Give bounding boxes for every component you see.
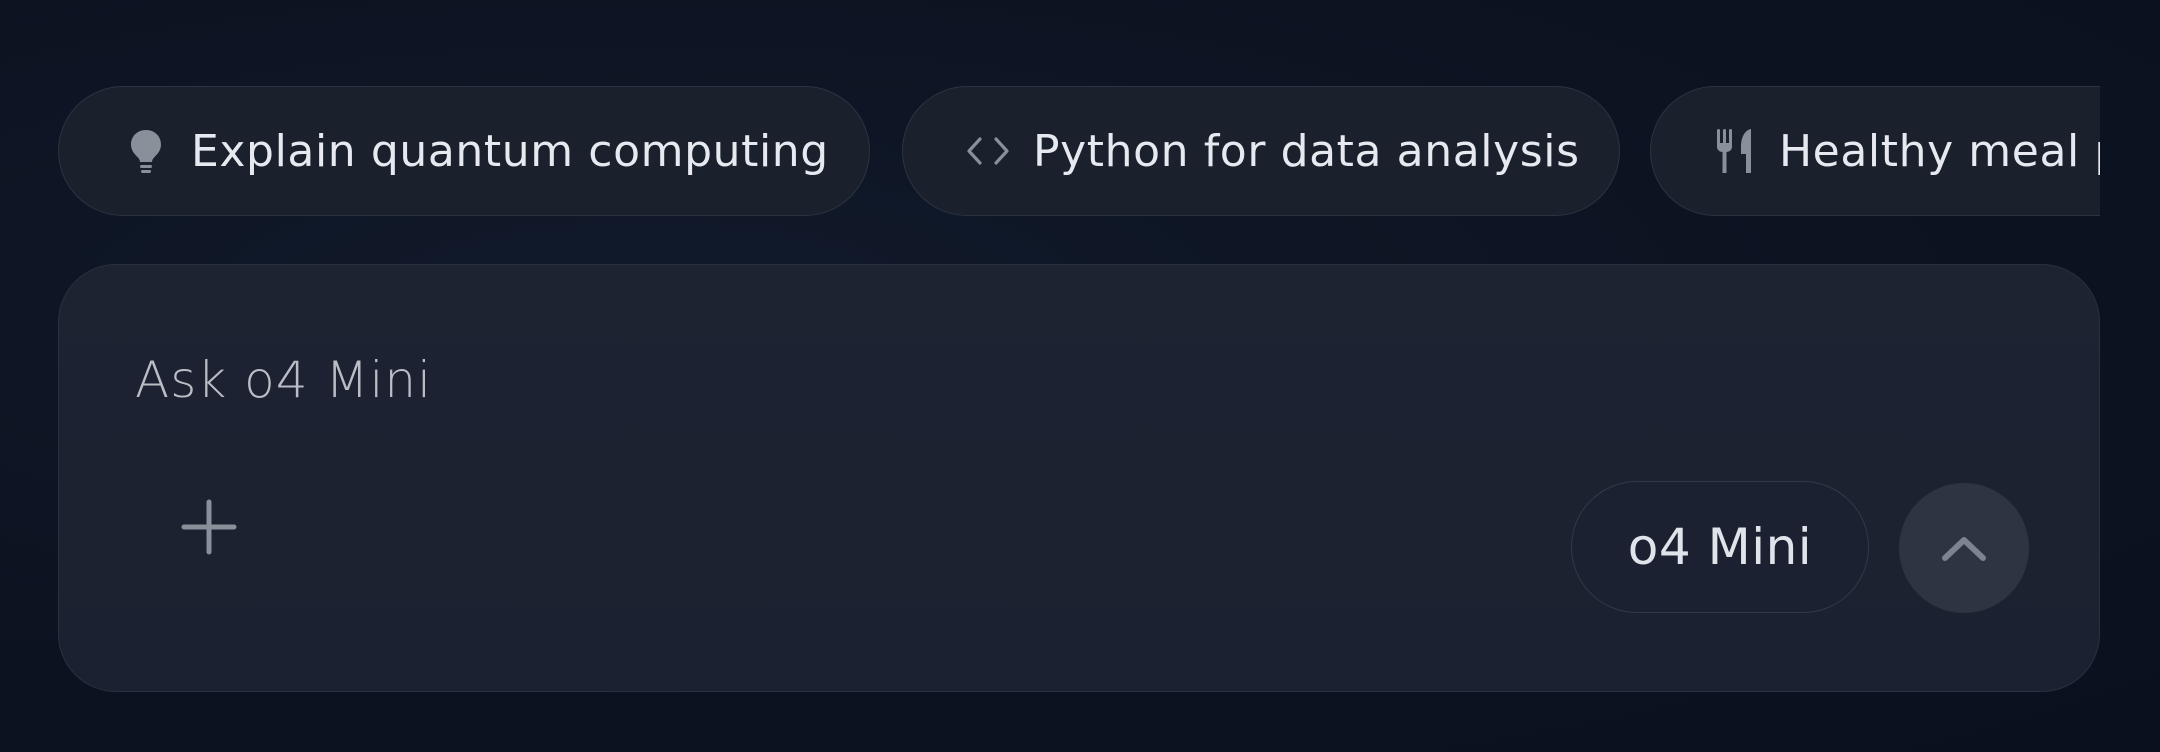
code-icon bbox=[965, 126, 1011, 176]
suggestion-chip-label: Healthy meal p bbox=[1779, 125, 2100, 177]
lightbulb-icon bbox=[123, 126, 169, 176]
suggestion-chip-meal[interactable]: Healthy meal p bbox=[1650, 86, 2100, 216]
prompt-input[interactable] bbox=[135, 345, 1435, 415]
plus-icon bbox=[181, 499, 237, 555]
page: Explain quantum computing Python for dat… bbox=[0, 0, 2160, 752]
model-selector-label: o4 Mini bbox=[1627, 518, 1813, 576]
message-composer: o4 Mini bbox=[58, 264, 2100, 692]
model-selector-button[interactable]: o4 Mini bbox=[1571, 481, 1869, 613]
suggestion-chip-label: Python for data analysis bbox=[1033, 125, 1580, 177]
suggestion-chip-python[interactable]: Python for data analysis bbox=[902, 86, 1620, 216]
send-button[interactable] bbox=[1899, 483, 2029, 613]
suggestion-chip-label: Explain quantum computing bbox=[191, 125, 829, 177]
suggestion-chip-quantum[interactable]: Explain quantum computing bbox=[58, 86, 870, 216]
suggestion-chips-row: Explain quantum computing Python for dat… bbox=[58, 86, 2100, 218]
utensils-icon bbox=[1711, 126, 1757, 176]
add-attachment-button[interactable] bbox=[161, 479, 257, 575]
chevron-up-icon bbox=[1941, 533, 1987, 563]
